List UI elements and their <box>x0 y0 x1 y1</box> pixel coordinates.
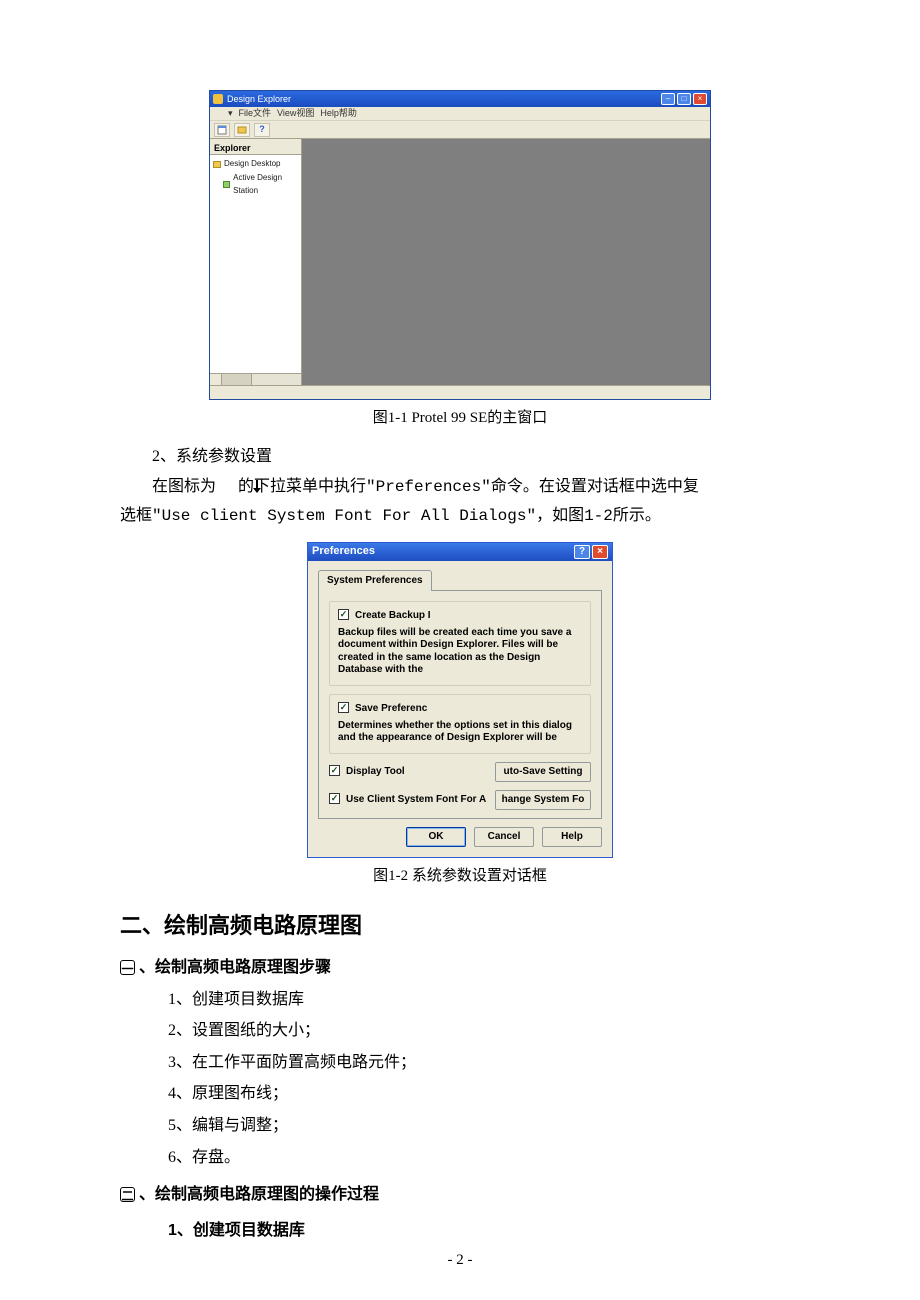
change-system-font-button[interactable]: hange System Fo <box>495 790 591 810</box>
para-num2: 2、系统参数设置 <box>120 444 800 470</box>
heading-sub-1-label: 、绘制高频电路原理图步骤 <box>139 955 331 981</box>
folder-icon <box>213 161 221 168</box>
chip-icon <box>223 181 230 188</box>
heading-sub-2-1: 1、创建项目数据库 <box>120 1218 800 1244</box>
tree-item-desktop[interactable]: Design Desktop <box>213 158 298 171</box>
checkbox-label: Save Preferenc <box>355 701 427 717</box>
fig2-preferences-dialog: Preferences ? × System Preferences ✓ Cre… <box>307 542 613 858</box>
fig1-menubar: ▾ File文件 View视图 Help帮助 <box>210 107 710 121</box>
close-button[interactable]: × <box>592 545 608 559</box>
help-button[interactable]: ? <box>574 545 590 559</box>
fig1-tree: Design Desktop Active Design Station <box>210 155 301 373</box>
para-body-1: 在图标为 的下拉菜单中执行"Preferences"命令。在设置对话框中选中复 <box>120 474 800 501</box>
fig1-statusbar <box>210 385 710 399</box>
heading-sub-2-label: 、绘制高频电路原理图的操作过程 <box>139 1182 379 1208</box>
fig1-toolbar: ? <box>210 121 710 139</box>
fig2-titlebar: Preferences ? × <box>308 543 612 561</box>
tree-item-station[interactable]: Active Design Station <box>223 172 298 198</box>
heading-section-2: 二、绘制高频电路原理图 <box>120 908 800 943</box>
minimize-button[interactable]: – <box>661 93 675 105</box>
fig1-caption: 图1-1 Protel 99 SE的主窗口 <box>120 406 800 430</box>
checkbox-save-pref[interactable]: ✓ Save Preferenc <box>338 701 582 717</box>
maximize-button[interactable]: □ <box>677 93 691 105</box>
list-item: 4、原理图布线； <box>120 1081 800 1107</box>
toolbar-button-2[interactable] <box>234 123 250 137</box>
fig1-title: Design Explorer <box>227 92 291 106</box>
desc-backup: Backup files will be created each time y… <box>338 627 582 677</box>
page-number: - 2 - <box>0 1248 920 1272</box>
fig1-sidebar-hscroll[interactable] <box>210 373 301 385</box>
close-button[interactable]: × <box>693 93 707 105</box>
list-item: 5、编辑与调整； <box>120 1113 800 1139</box>
desc-save: Determines whether the options set in th… <box>338 720 582 745</box>
fig1-canvas <box>302 139 710 385</box>
checkbox-icon: ✓ <box>338 702 349 713</box>
heading-sub-2: 二 、绘制高频电路原理图的操作过程 <box>120 1182 800 1208</box>
fig2-title: Preferences <box>312 543 375 561</box>
menu-help[interactable]: Help帮助 <box>320 106 357 120</box>
menu-file[interactable]: File文件 <box>239 106 272 120</box>
fig2-panel: ✓ Create Backup I Backup files will be c… <box>318 591 602 819</box>
group-save-pref: ✓ Save Preferenc Determines whether the … <box>329 694 591 754</box>
tree-label: Design Desktop <box>224 158 280 171</box>
explorer-tab[interactable]: Explorer <box>210 139 301 155</box>
fig2-caption: 图1-2 系统参数设置对话框 <box>120 864 800 888</box>
list-item: 3、在工作平面防置高频电路元件； <box>120 1050 800 1076</box>
help-button[interactable]: Help <box>542 827 602 847</box>
checkbox-icon: ✓ <box>338 609 349 620</box>
list-item: 6、存盘。 <box>120 1145 800 1171</box>
checkbox-use-client-font[interactable]: ✓ Use Client System Font For A <box>329 792 486 808</box>
checkbox-label: Use Client System Font For A <box>346 792 486 808</box>
checkbox-create-backup[interactable]: ✓ Create Backup I <box>338 608 582 624</box>
checkbox-icon: ✓ <box>329 793 340 804</box>
list-item: 2、设置图纸的大小； <box>120 1018 800 1044</box>
app-icon <box>213 94 223 104</box>
heading-sub-1: 一 、绘制高频电路原理图步骤 <box>120 955 800 981</box>
fig1-protel-window: Design Explorer – □ × ▾ File文件 View视图 He… <box>209 90 711 400</box>
enclosed-number-icon: 一 <box>120 960 135 975</box>
toolbar-button-1[interactable] <box>214 123 230 137</box>
checkbox-display-tool[interactable]: ✓ Display Tool <box>329 764 405 780</box>
fig1-titlebar: Design Explorer – □ × <box>210 91 710 107</box>
tree-label: Active Design Station <box>233 172 298 198</box>
fig1-sidebar: Explorer Design Desktop Active Design St… <box>210 139 302 385</box>
tab-system-preferences[interactable]: System Preferences <box>318 570 432 591</box>
text-seg-1a: 在图标为 <box>152 478 220 495</box>
text-seg-1b: 的下拉菜单中执行"Preferences"命令。在设置对话框中选中复 <box>238 478 699 496</box>
menu-view[interactable]: View视图 <box>277 106 314 120</box>
group-backup: ✓ Create Backup I Backup files will be c… <box>329 601 591 686</box>
ok-button[interactable]: OK <box>406 827 466 847</box>
cancel-button[interactable]: Cancel <box>474 827 534 847</box>
toolbar-help-button[interactable]: ? <box>254 123 270 137</box>
list-item: 1、创建项目数据库 <box>120 987 800 1013</box>
enclosed-number-icon: 二 <box>120 1187 135 1202</box>
checkbox-label: Display Tool <box>346 764 405 780</box>
para-body-2: 选框"Use client System Font For All Dialog… <box>120 504 800 530</box>
autosave-settings-button[interactable]: uto-Save Setting <box>495 762 591 782</box>
dropdown-arrow-icon[interactable]: ▾ <box>228 106 233 120</box>
checkbox-icon: ✓ <box>329 765 340 776</box>
down-arrow-icon <box>220 474 234 500</box>
checkbox-label: Create Backup I <box>355 608 431 624</box>
